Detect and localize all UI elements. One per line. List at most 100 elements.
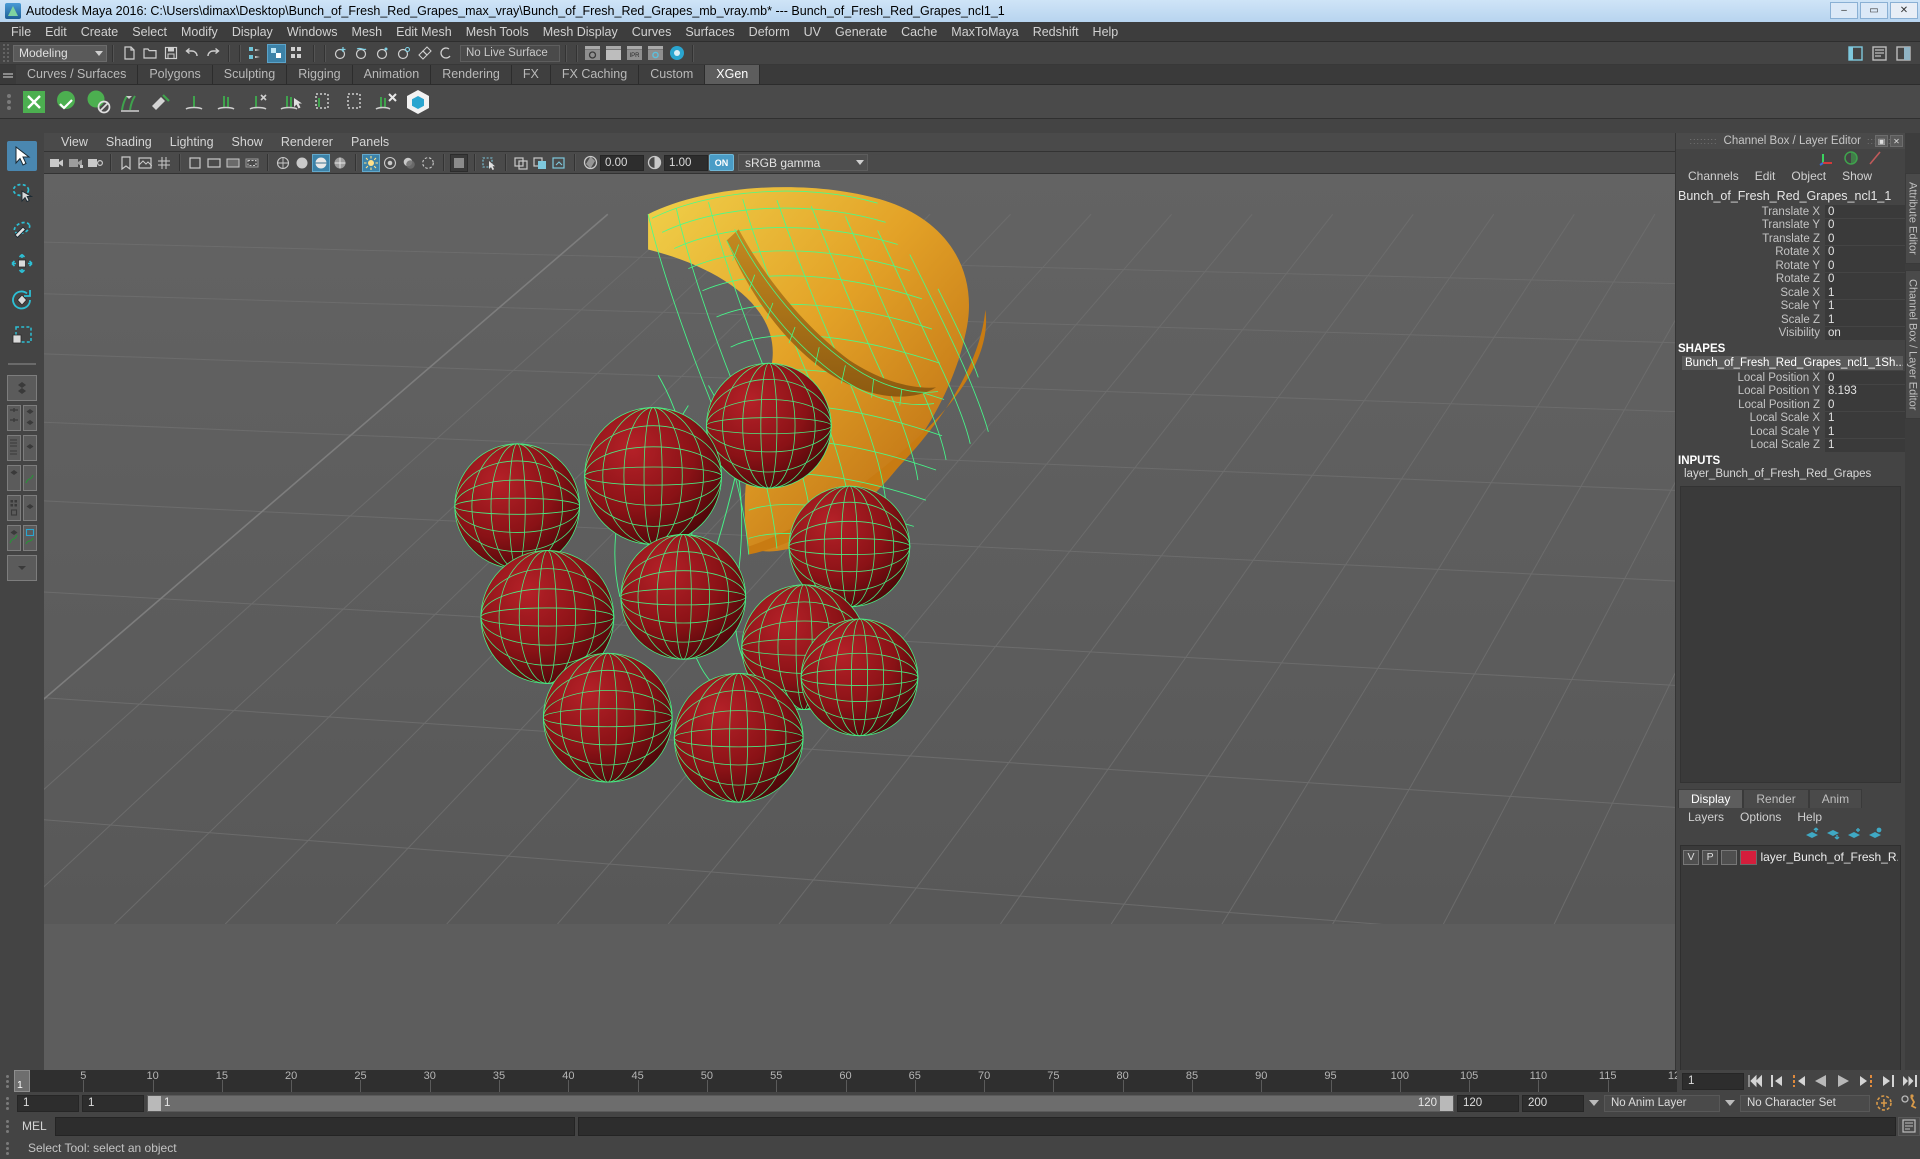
shelf-row-grip-icon[interactable] bbox=[0, 85, 18, 119]
step-forward-keyframe-button[interactable] bbox=[1876, 1071, 1898, 1091]
attr-value[interactable]: 8.193 bbox=[1825, 385, 1905, 398]
menu-deform[interactable]: Deform bbox=[742, 23, 797, 41]
ipr-render-icon[interactable]: IPR bbox=[625, 44, 644, 63]
vtab-channel-box-layer-editor[interactable]: Channel Box / Layer Editor bbox=[1905, 270, 1920, 419]
attr-row[interactable]: Local Position Z0 bbox=[1676, 398, 1905, 412]
attr-row[interactable]: Local Scale X1 bbox=[1676, 412, 1905, 426]
create-empty-layer-icon[interactable] bbox=[1847, 827, 1862, 843]
layer-state-toggle[interactable] bbox=[1721, 850, 1737, 865]
menu-mesh[interactable]: Mesh bbox=[345, 23, 390, 41]
attr-value[interactable]: 0 bbox=[1825, 273, 1905, 286]
ambient-occlusion-icon[interactable] bbox=[419, 154, 437, 172]
move-layer-up-icon[interactable] bbox=[1805, 827, 1820, 843]
hypershade-icon[interactable] bbox=[667, 44, 686, 63]
go-to-end-button[interactable] bbox=[1898, 1071, 1920, 1091]
use-default-lighting-icon[interactable] bbox=[362, 154, 380, 172]
color-profile-selector[interactable]: sRGB gamma bbox=[738, 154, 868, 171]
tab-display[interactable]: Display bbox=[1678, 789, 1743, 808]
grid-toggle-icon[interactable] bbox=[155, 154, 173, 172]
layers-menu-layers[interactable]: Layers bbox=[1680, 810, 1732, 824]
undo-icon[interactable] bbox=[182, 44, 201, 63]
render-current-frame-icon[interactable] bbox=[583, 44, 602, 63]
camera-attributes-icon[interactable] bbox=[86, 154, 104, 172]
attr-value[interactable]: 1 bbox=[1825, 300, 1905, 313]
shelf-tab-rigging[interactable]: Rigging bbox=[287, 64, 352, 84]
attr-value[interactable]: 1 bbox=[1825, 412, 1905, 425]
attr-value[interactable]: 1 bbox=[1825, 313, 1905, 326]
layout-hypershade-button[interactable] bbox=[7, 495, 21, 521]
xgen-mask-icon[interactable] bbox=[339, 87, 369, 117]
attr-row[interactable]: Local Scale Z1 bbox=[1676, 439, 1905, 453]
auto-keyframe-toggle-icon[interactable] bbox=[1873, 1093, 1895, 1113]
xgen-remove-icon[interactable] bbox=[371, 87, 401, 117]
panel-grip-dots-left[interactable]: :::::::: bbox=[1690, 136, 1718, 146]
tool-paint-select[interactable] bbox=[7, 213, 37, 243]
command-line-grip-icon[interactable] bbox=[0, 1114, 14, 1138]
attr-value[interactable]: 0 bbox=[1825, 398, 1905, 411]
menu-select[interactable]: Select bbox=[125, 23, 174, 41]
attr-value[interactable]: 0 bbox=[1825, 259, 1905, 272]
select-by-object-icon[interactable] bbox=[267, 44, 286, 63]
create-layer-from-selected-icon[interactable] bbox=[1868, 827, 1883, 843]
image-plane-icon[interactable] bbox=[136, 154, 154, 172]
snap-to-view-plane-icon[interactable] bbox=[415, 44, 434, 63]
exposure-icon[interactable] bbox=[581, 154, 599, 172]
menu-mesh-display[interactable]: Mesh Display bbox=[536, 23, 625, 41]
slash-icon[interactable] bbox=[1867, 150, 1883, 169]
menu-help[interactable]: Help bbox=[1086, 23, 1126, 41]
playback-start-time-field[interactable]: 1 bbox=[82, 1095, 144, 1112]
go-to-start-button[interactable] bbox=[1744, 1071, 1766, 1091]
save-scene-icon[interactable] bbox=[161, 44, 180, 63]
mel-command-input[interactable] bbox=[55, 1117, 575, 1136]
play-backwards-button[interactable] bbox=[1810, 1071, 1832, 1091]
menu-generate[interactable]: Generate bbox=[828, 23, 894, 41]
render-settings-icon[interactable] bbox=[646, 44, 665, 63]
command-language-label[interactable]: MEL bbox=[14, 1119, 55, 1133]
shelf-tab-curves-surfaces[interactable]: Curves / Surfaces bbox=[16, 64, 138, 84]
viewport-menu-lighting[interactable]: Lighting bbox=[161, 134, 223, 150]
menu-surfaces[interactable]: Surfaces bbox=[678, 23, 741, 41]
channelbox-menu-edit[interactable]: Edit bbox=[1747, 169, 1784, 187]
attr-row[interactable]: Rotate X0 bbox=[1676, 246, 1905, 260]
current-time-field[interactable]: 1 bbox=[1682, 1073, 1744, 1090]
wireframe-on-shaded-icon[interactable] bbox=[331, 154, 349, 172]
menu-file[interactable]: File bbox=[4, 23, 38, 41]
attr-row[interactable]: Local Position Y8.193 bbox=[1676, 385, 1905, 399]
channelbox-menu-channels[interactable]: Channels bbox=[1680, 169, 1747, 187]
layout-persp-view-button[interactable] bbox=[23, 405, 37, 431]
attr-row[interactable]: Local Scale Y1 bbox=[1676, 425, 1905, 439]
close-button[interactable]: ✕ bbox=[1890, 2, 1918, 19]
menu-redshift[interactable]: Redshift bbox=[1026, 23, 1086, 41]
menu-edit-mesh[interactable]: Edit Mesh bbox=[389, 23, 459, 41]
xgen-clear-guide-icon[interactable] bbox=[307, 87, 337, 117]
layout-persp-graph-button[interactable] bbox=[7, 465, 21, 491]
xray-joints-icon[interactable] bbox=[531, 154, 549, 172]
move-layer-down-icon[interactable] bbox=[1826, 827, 1841, 843]
layout-graph-editor-button[interactable] bbox=[23, 465, 37, 491]
shelf-tab-fx-caching[interactable]: FX Caching bbox=[551, 64, 639, 84]
menu-create[interactable]: Create bbox=[74, 23, 126, 41]
smooth-shade-all-icon[interactable] bbox=[293, 154, 311, 172]
minimize-button[interactable]: – bbox=[1830, 2, 1858, 19]
layer-row[interactable]: V P layer_Bunch_of_Fresh_R... bbox=[1681, 848, 1900, 866]
chevron-down-icon[interactable] bbox=[1725, 1100, 1735, 1106]
layer-color-swatch[interactable] bbox=[1740, 850, 1757, 865]
range-end-handle[interactable] bbox=[1440, 1096, 1453, 1111]
step-forward-frame-button[interactable] bbox=[1854, 1071, 1876, 1091]
viewport-menu-panels[interactable]: Panels bbox=[342, 134, 398, 150]
menu-edit[interactable]: Edit bbox=[38, 23, 74, 41]
panel-close-icon[interactable]: ✕ bbox=[1890, 135, 1903, 147]
range-start-handle[interactable] bbox=[148, 1096, 161, 1111]
attr-row[interactable]: Scale Y1 bbox=[1676, 300, 1905, 314]
layers-menu-help[interactable]: Help bbox=[1789, 810, 1830, 824]
xgen-disable-icon[interactable] bbox=[83, 87, 113, 117]
attr-value[interactable]: 0 bbox=[1825, 219, 1905, 232]
step-back-frame-button[interactable] bbox=[1788, 1071, 1810, 1091]
menu-modify[interactable]: Modify bbox=[174, 23, 225, 41]
attr-row[interactable]: Local Position X0 bbox=[1676, 371, 1905, 385]
snap-to-projected-center-icon[interactable] bbox=[394, 44, 413, 63]
attr-value[interactable]: 0 bbox=[1825, 232, 1905, 245]
sidebar-toggle-attr-icon[interactable] bbox=[1870, 44, 1889, 63]
layers-menu-options[interactable]: Options bbox=[1732, 810, 1789, 824]
attr-row[interactable]: Visibilityon bbox=[1676, 327, 1905, 341]
